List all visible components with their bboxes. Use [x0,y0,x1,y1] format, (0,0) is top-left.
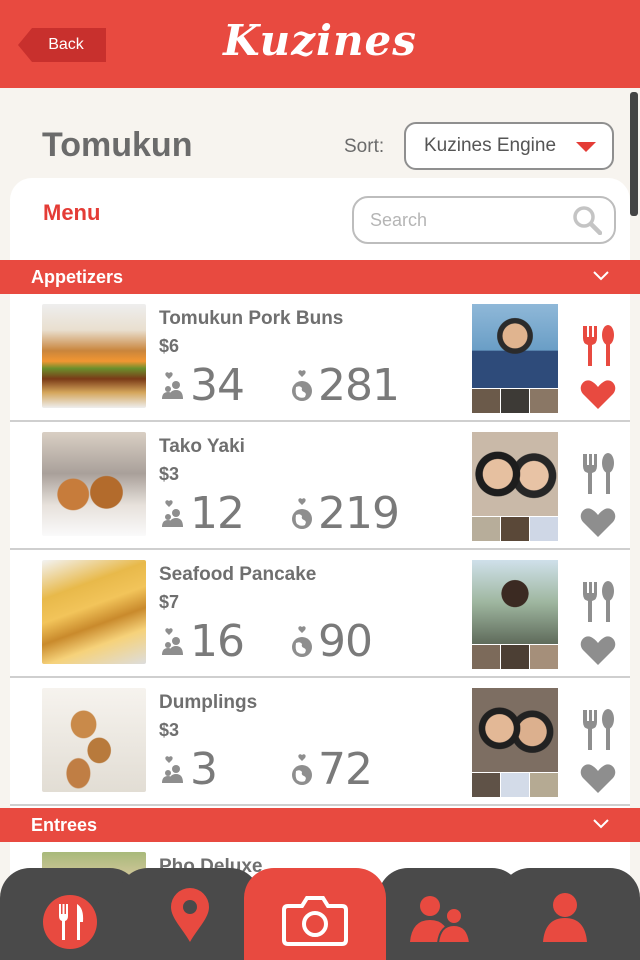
scrollbar[interactable] [630,92,638,216]
global-likes-count: 281 [318,360,400,411]
friend-likes-count: 16 [190,616,245,667]
item-price: $3 [159,464,180,484]
menu-item[interactable]: Dumplings $3 3 72 [10,678,630,806]
food-photo [42,432,146,536]
friend-photo[interactable] [472,432,558,516]
global-likes-stat: 281 [288,360,400,411]
friend-photo[interactable] [472,560,558,644]
friends-like-icon [162,628,183,655]
global-likes-stat: 72 [288,744,373,795]
bottom-navigation [0,868,640,960]
friend-likes-count: 12 [190,488,245,539]
section-header-entrees[interactable]: Entrees [0,808,640,842]
item-price: $6 [159,336,180,356]
friend-thumbnails[interactable] [472,389,558,413]
friend-likes-stat: 12 [160,488,245,539]
section-title: Entrees [31,814,98,835]
app-logo-title: Kuzines [223,16,417,65]
friends-icon [410,896,472,944]
globe-like-icon [292,370,312,401]
location-pin-icon [171,888,209,942]
global-likes-stat: 219 [288,488,400,539]
global-likes-stat: 90 [288,616,373,667]
friends-like-icon [162,372,183,399]
item-name: Dumplings [159,692,258,713]
profile-icon [543,893,587,942]
top-bar: Back Kuzines [0,0,640,88]
friend-likes-stat: 3 [160,744,218,795]
menu-heading: Menu [43,200,101,225]
fork-spoon-icon[interactable] [580,452,616,496]
item-price: $3 [159,720,180,740]
menu-item[interactable]: Seafood Pancake $7 16 90 [10,550,630,678]
friend-likes-count: 34 [190,360,245,411]
fork-spoon-icon[interactable] [580,708,616,752]
friend-thumbnails[interactable] [472,517,558,541]
food-photo [42,304,146,408]
menu-item[interactable]: Tako Yaki $3 12 219 [10,422,630,550]
global-likes-count: 90 [318,616,373,667]
friends-like-icon [162,500,183,527]
friend-likes-stat: 16 [160,616,245,667]
camera-icon [282,896,348,946]
restaurant-name: Tomukun [42,126,193,164]
global-likes-count: 219 [318,488,400,539]
menu-fork-knife-icon [43,895,97,949]
fork-spoon-icon[interactable] [580,324,616,368]
friend-likes-count: 3 [190,744,218,795]
friends-like-icon [162,756,183,783]
sort-label: Sort: [344,136,385,157]
friend-thumbnails[interactable] [472,773,558,797]
food-photo [42,560,146,664]
friend-likes-stat: 34 [160,360,245,411]
item-name: Tomukun Pork Buns [159,308,344,329]
fork-spoon-icon[interactable] [580,580,616,624]
item-price: $7 [159,592,180,612]
heart-icon[interactable] [580,378,616,410]
globe-like-icon [292,754,312,785]
item-name: Tako Yaki [159,436,245,457]
section-title: Appetizers [31,266,124,287]
dropdown-arrow-icon [576,142,596,152]
section-header-appetizers[interactable]: Appetizers [0,260,640,294]
friend-thumbnails[interactable] [472,645,558,669]
heart-icon[interactable] [580,762,616,794]
item-name: Seafood Pancake [159,564,317,585]
food-photo [42,688,146,792]
global-likes-count: 72 [318,744,373,795]
tab-location[interactable] [118,868,260,960]
sort-dropdown[interactable]: Kuzines Engine [404,122,614,170]
search-icon[interactable] [572,205,602,235]
menu-item[interactable]: Tomukun Pork Buns $6 34 281 [10,294,630,422]
tab-camera[interactable] [244,868,386,960]
heart-icon[interactable] [580,634,616,666]
globe-like-icon [292,626,312,657]
heart-icon[interactable] [580,506,616,538]
friend-photo[interactable] [472,304,558,388]
globe-like-icon [292,498,312,529]
friend-photo[interactable] [472,688,558,772]
chevron-down-icon[interactable] [592,814,610,832]
sort-value: Kuzines Engine [424,135,557,156]
chevron-down-icon[interactable] [592,266,610,284]
tab-profile[interactable] [500,868,640,960]
